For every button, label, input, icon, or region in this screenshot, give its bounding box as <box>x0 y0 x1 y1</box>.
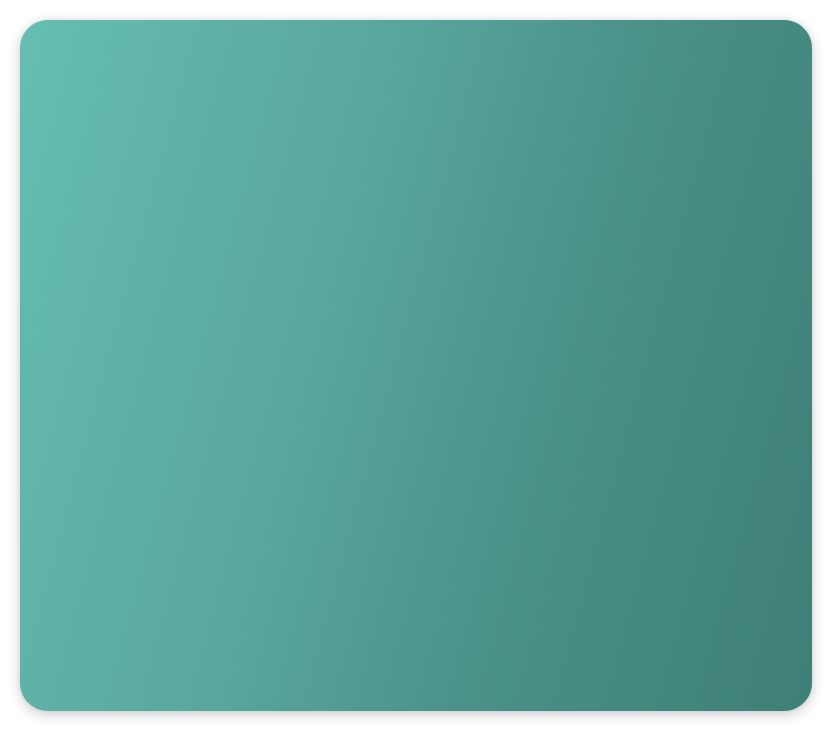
gradient-card <box>20 20 812 711</box>
page-background <box>0 0 832 731</box>
